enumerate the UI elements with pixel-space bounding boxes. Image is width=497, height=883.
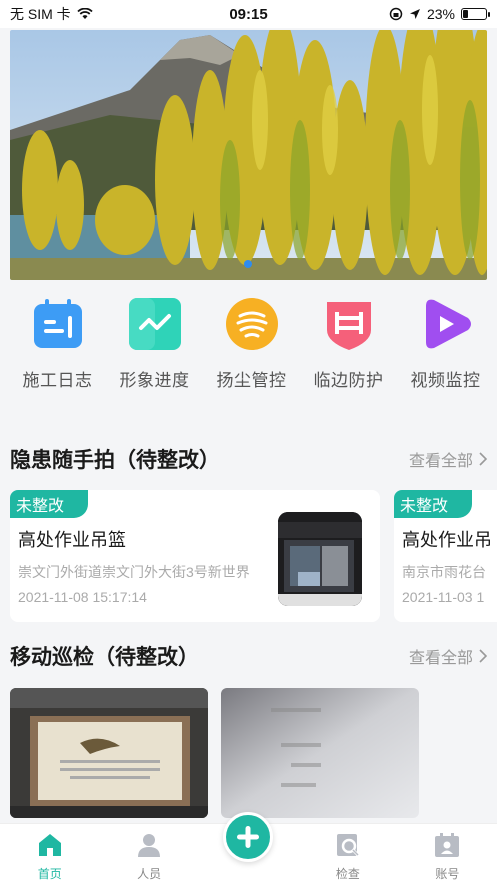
menu-label: 形象进度 — [119, 371, 190, 390]
hazard-thumbnail — [278, 512, 362, 606]
hazard-time: 2021-11-08 15:17:14 — [18, 589, 147, 605]
status-bar: 无 SIM 卡 09:15 23% — [0, 0, 497, 28]
view-all-link[interactable]: 查看全部 — [409, 447, 487, 471]
patrol-section-header: 移动巡检（待整改） 查看全部 — [10, 641, 487, 671]
view-all-label: 查看全部 — [408, 453, 473, 470]
section-title: 移动巡检（待整改） — [10, 646, 199, 669]
quick-menu: 施工日志 形象进度 扬尘管控 临边防护 视频监控 — [0, 296, 497, 406]
tab-label: 检查 — [335, 867, 360, 881]
menu-item-edge-protection[interactable]: 临边防护 — [301, 296, 396, 406]
person-icon — [138, 834, 161, 857]
menu-item-video-monitor[interactable]: 视频监控 — [398, 296, 493, 406]
hazard-title: 高处作业吊篮 — [18, 530, 126, 550]
tab-label: 人员 — [137, 867, 162, 881]
menu-item-construction-log[interactable]: 施工日志 — [10, 296, 105, 406]
home-icon — [38, 834, 61, 856]
section-title: 隐患随手拍（待整改） — [10, 449, 220, 472]
hazard-card[interactable]: 未整改 高处作业吊 南京市雨花台 2021-11-03 1 — [394, 490, 497, 622]
dust-icon — [224, 296, 280, 352]
menu-label: 施工日志 — [22, 371, 93, 390]
tab-personnel[interactable]: 人员 — [99, 824, 198, 883]
hazard-title: 高处作业吊 — [402, 530, 492, 550]
video-icon — [418, 296, 474, 352]
hazard-time: 2021-11-03 1 — [402, 589, 485, 605]
menu-item-dust-control[interactable]: 扬尘管控 — [204, 296, 299, 406]
tab-inspection[interactable]: 检查 — [298, 824, 397, 883]
view-all-label: 查看全部 — [408, 650, 473, 667]
inspect-icon — [336, 834, 359, 857]
patrol-card[interactable] — [221, 688, 419, 818]
menu-item-progress[interactable]: 形象进度 — [107, 296, 202, 406]
view-all-link[interactable]: 查看全部 — [409, 644, 487, 668]
carrier-label: 无 SIM 卡 — [10, 6, 71, 22]
calendar-icon — [30, 296, 86, 352]
banner-image — [10, 30, 487, 280]
account-icon — [435, 833, 460, 857]
add-button[interactable] — [223, 812, 273, 862]
patrol-card-list[interactable] — [10, 688, 497, 818]
tab-home[interactable]: 首页 — [0, 824, 99, 883]
patrol-thumbnail — [10, 688, 208, 818]
location-icon — [409, 9, 420, 19]
menu-label: 扬尘管控 — [216, 371, 287, 390]
battery-percent: 23% — [426, 6, 455, 22]
chevron-right-icon — [479, 649, 487, 663]
rotation-lock-icon — [389, 7, 403, 21]
plus-icon — [237, 826, 259, 848]
hazard-section-header: 隐患随手拍（待整改） 查看全部 — [10, 444, 487, 474]
status-badge: 未整改 — [394, 490, 472, 518]
chart-icon — [127, 296, 183, 352]
tab-label: 账号 — [435, 867, 460, 881]
chevron-right-icon — [479, 452, 487, 466]
wifi-icon — [77, 8, 93, 19]
battery-icon — [461, 8, 490, 20]
tab-label: 首页 — [37, 867, 62, 881]
menu-label: 视频监控 — [410, 371, 481, 390]
banner-carousel[interactable] — [10, 30, 487, 280]
tab-account[interactable]: 账号 — [398, 824, 497, 883]
status-badge: 未整改 — [10, 490, 88, 518]
clock: 09:15 — [229, 5, 268, 23]
hazard-address: 崇文门外街道崇文门外大街3号新世界 — [18, 564, 250, 580]
hazard-address: 南京市雨花台 — [402, 564, 486, 580]
hazard-card-list[interactable]: 未整改 高处作业吊篮 崇文门外街道崇文门外大街3号新世界 2021-11-08 … — [10, 490, 497, 625]
patrol-thumbnail — [221, 688, 419, 818]
barrier-icon — [321, 296, 377, 352]
patrol-card[interactable] — [10, 688, 208, 818]
menu-label: 临边防护 — [313, 371, 384, 390]
hazard-card[interactable]: 未整改 高处作业吊篮 崇文门外街道崇文门外大街3号新世界 2021-11-08 … — [10, 490, 380, 622]
